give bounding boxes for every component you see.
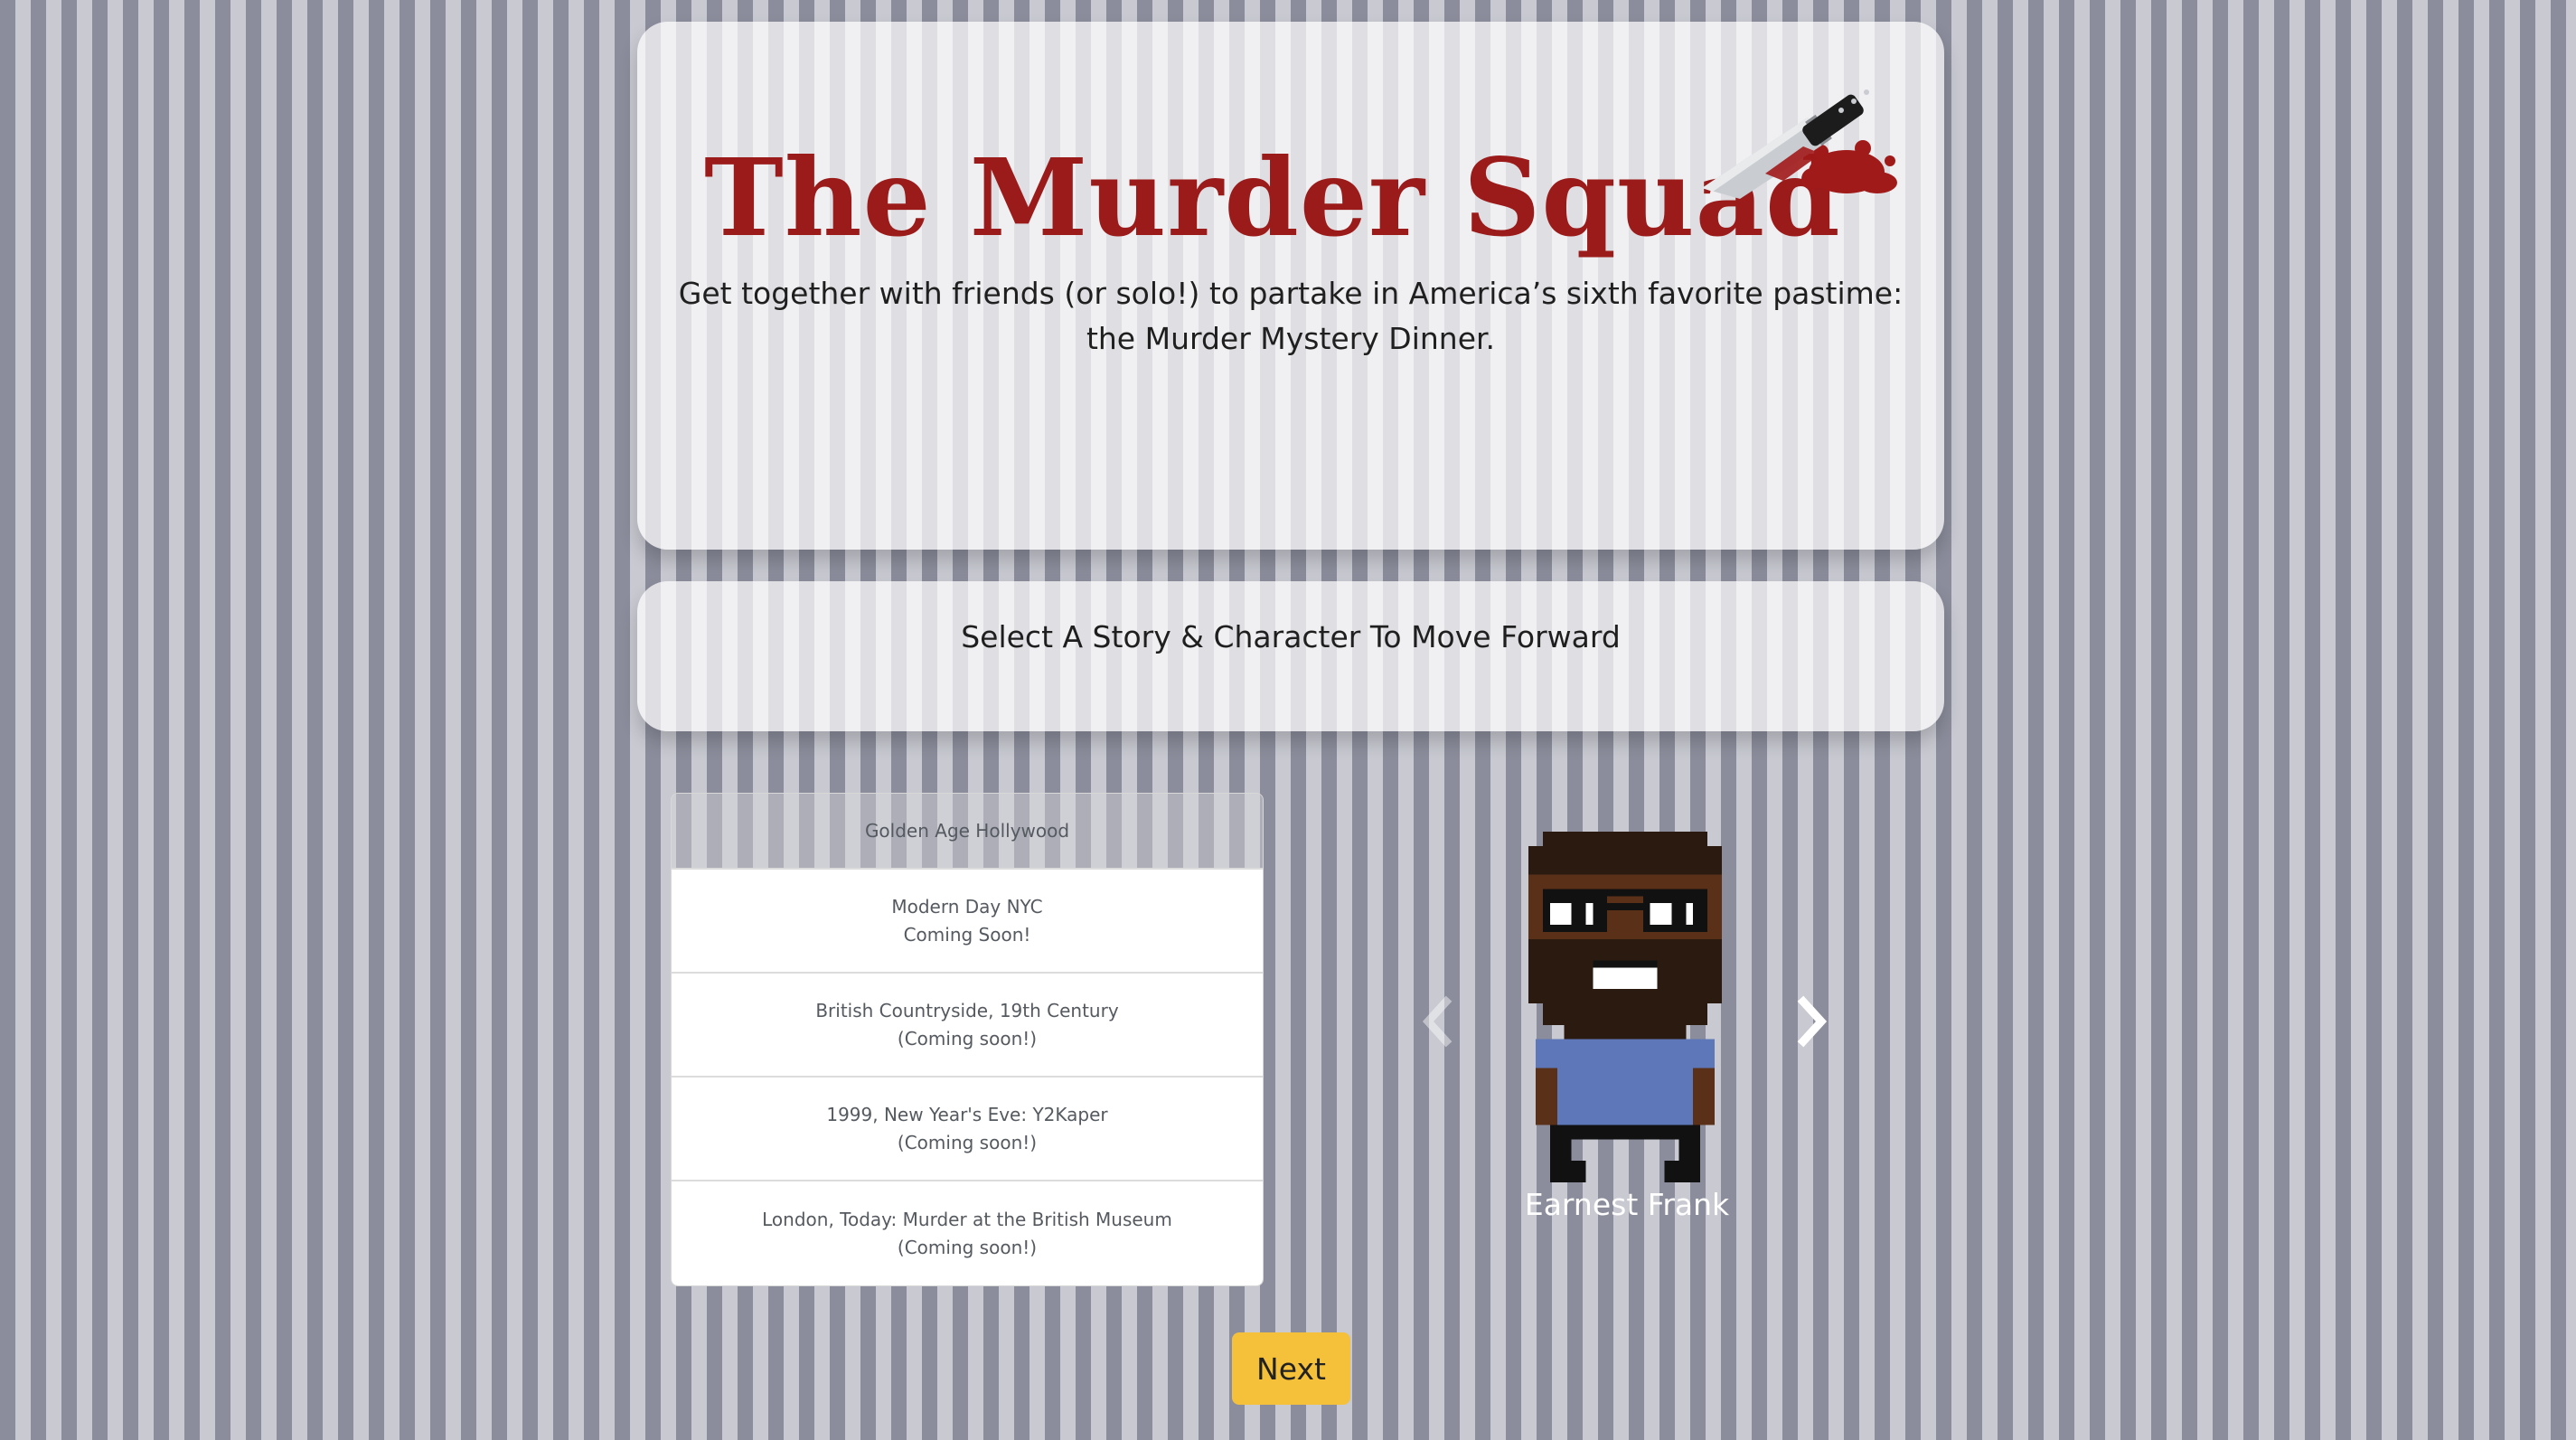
story-title: Modern Day NYC [891,895,1043,918]
story-title: British Countryside, 19th Century [815,999,1119,1021]
story-status: Coming Soon! [903,923,1031,946]
bloody-knife-icon [1702,89,1897,199]
story-list: Golden Age Hollywood Modern Day NYC Comi… [671,793,1264,1286]
prompt-text: Select A Story & Character To Move Forwa… [961,619,1621,654]
story-item-british-countryside[interactable]: British Countryside, 19th Century (Comin… [672,974,1263,1078]
story-item-british-museum[interactable]: London, Today: Murder at the British Mus… [672,1181,1263,1285]
page-title: The Murder Squad [704,135,1841,260]
chevron-left-icon[interactable] [1419,994,1455,1049]
story-title: Golden Age Hollywood [864,819,1070,842]
story-status: (Coming soon!) [897,1131,1038,1153]
story-status: (Coming soon!) [897,1027,1038,1049]
tagline: Get together with friends (or solo!) to … [637,271,1944,362]
character-carousel [1392,814,1862,1229]
character-sprite [1528,832,1722,1182]
story-title: London, Today: Murder at the British Mus… [762,1208,1172,1230]
story-title: 1999, New Year's Eve: Y2Kaper [826,1103,1108,1125]
tagline-line-2: the Murder Mystery Dinner. [1086,321,1496,356]
story-status: (Coming soon!) [897,1236,1038,1258]
tagline-line-1: Get together with friends (or solo!) to … [678,276,1904,311]
story-item-modern-day-nyc[interactable]: Modern Day NYC Coming Soon! [672,870,1263,974]
chevron-right-icon[interactable] [1794,994,1830,1049]
character-name: Earnest Frank [1524,1187,1730,1222]
story-item-golden-age-hollywood[interactable]: Golden Age Hollywood [672,794,1263,870]
story-item-y2kaper[interactable]: 1999, New Year's Eve: Y2Kaper (Coming so… [672,1078,1263,1181]
next-button[interactable]: Next [1232,1332,1350,1405]
